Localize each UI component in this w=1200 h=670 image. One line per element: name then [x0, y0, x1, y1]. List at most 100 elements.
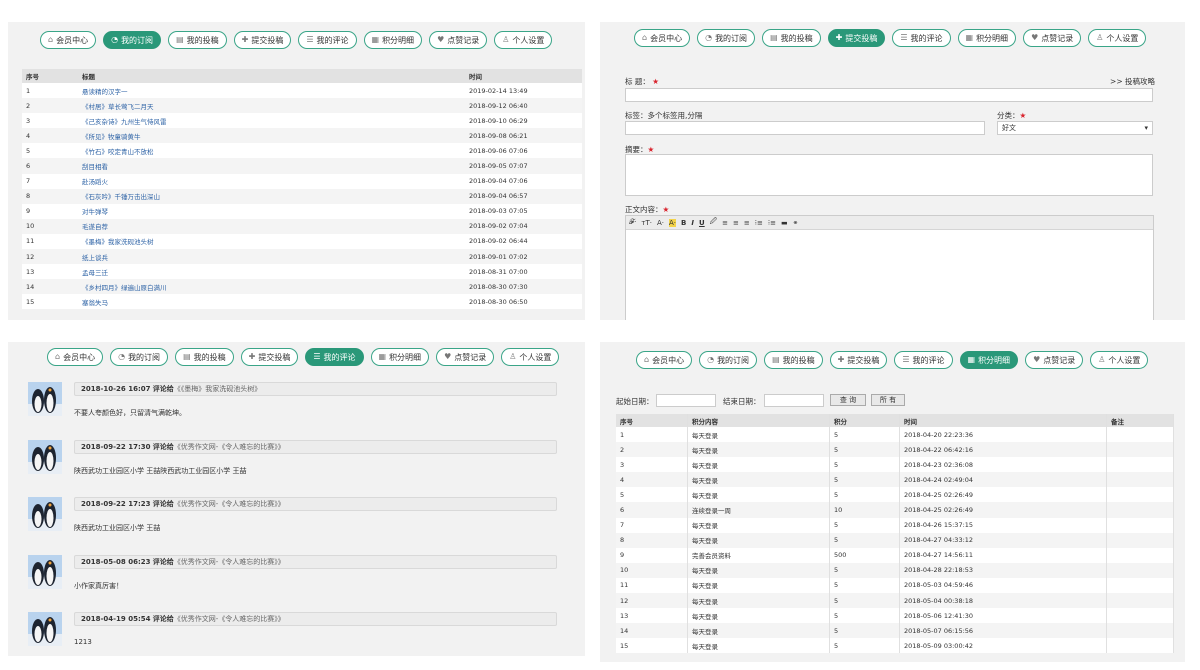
tab-my-subscriptions[interactable]: ◔ 我的订阅 [699, 351, 758, 369]
tab-my-submissions[interactable]: ▤ 我的投稿 [762, 29, 821, 47]
tab-member-center[interactable]: ⌂ 会员中心 [40, 31, 97, 49]
comment-target-link[interactable]: 《优秀作文网-《令人难忘的比赛》》 [174, 442, 285, 452]
tab-likes-record[interactable]: ♥ 点赞记录 [1023, 29, 1082, 47]
start-date-input[interactable] [656, 394, 716, 407]
rich-text-editor[interactable]: 𝓕· тT· A· A· B I U 🖉 ≡ ≡ ≡ ⁝≡ ⁝≡ ▬ ⚭ [625, 215, 1154, 320]
italic-button[interactable]: I [691, 219, 694, 227]
avatar[interactable] [28, 554, 62, 589]
tab-personal-settings[interactable]: ♙ 个人设置 [494, 31, 553, 49]
eraser-button[interactable]: 🖉 [710, 217, 717, 228]
bold-button[interactable]: B [681, 219, 686, 227]
avatar[interactable] [28, 382, 62, 416]
tab-personal-settings[interactable]: ♙ 个人设置 [1088, 29, 1147, 47]
image-button[interactable]: ▬ [781, 219, 788, 227]
tab-submit-article[interactable]: ✚ 提交投稿 [233, 31, 292, 49]
tab-submit-article[interactable]: ✚ 提交投稿 [240, 348, 299, 366]
comment-target-link[interactable]: 《优秀作文网-《令人难忘的比赛》》 [174, 557, 285, 567]
article-link[interactable]: 刮目相看 [78, 158, 465, 174]
comment-target-link[interactable]: 《优秀作文网-《令人难忘的比赛》》 [174, 499, 285, 509]
article-link[interactable]: 赴汤蹈火 [78, 174, 465, 189]
tab-my-comments[interactable]: ☰ 我的评论 [892, 29, 951, 47]
article-link[interactable]: 《竹石》咬定青山不放松 [78, 143, 465, 158]
tab-my-subscriptions[interactable]: ◔ 我的订阅 [110, 348, 169, 366]
summary-textarea[interactable] [625, 154, 1153, 196]
row-index: 5 [26, 146, 31, 155]
tab-member-center[interactable]: ⌂ 会员中心 [634, 29, 691, 47]
avatar[interactable] [28, 612, 62, 646]
table-row: 7 每天登录 5 2018-04-26 15:37:15 [616, 517, 1174, 533]
points-table: 序号 积分内容 积分 时间 备注 1 每天登录 5 2018-04-20 22:23:… [616, 414, 1174, 654]
tab-personal-settings[interactable]: ♙ 个人设置 [501, 348, 560, 366]
tab-my-comments[interactable]: ☰ 我的评论 [305, 348, 364, 366]
article-link[interactable]: 毛遂自荐 [78, 218, 465, 234]
article-link[interactable]: 《墨梅》我家洗砚池头树 [78, 234, 465, 249]
query-button[interactable]: 查 询 [830, 394, 866, 406]
row-index: 2 [22, 98, 78, 114]
tags-input[interactable] [625, 121, 985, 135]
guide-link[interactable]: >> 投稿攻略 [1110, 76, 1155, 87]
comment-target-link[interactable]: 《优秀作文网-《令人难忘的比赛》》 [174, 614, 285, 624]
tab-likes-record[interactable]: ♥ 点赞记录 [429, 31, 488, 49]
row-points: 5 [829, 593, 900, 609]
tab-points-details[interactable]: ▦ 积分明细 [370, 348, 430, 366]
article-link[interactable]: 纸上谈兵 [78, 249, 465, 265]
avatar[interactable] [28, 497, 62, 531]
comment-target-link[interactable]: 《《墨梅》我家洗砚池头树》 [174, 384, 262, 394]
comment-item: 2018-09-22 17:23 评论给 《优秀作文网-《令人难忘的比赛》》 陕西武… [28, 497, 568, 537]
comment-date: 2018-10-26 16:07 [81, 385, 151, 393]
article-link[interactable]: 对牛弹琴 [78, 204, 465, 219]
article-link[interactable]: 悬读精的汉字一 [78, 83, 465, 98]
tab-my-comments[interactable]: ☰ 我的评论 [894, 351, 953, 369]
unordered-list-button[interactable]: ⁝≡ [768, 219, 776, 227]
align-left-button[interactable]: ≡ [722, 219, 728, 227]
link-button[interactable]: ⚭ [793, 219, 799, 227]
underline-button[interactable]: U [699, 219, 705, 227]
all-button[interactable]: 所 有 [871, 394, 905, 406]
tab-member-center[interactable]: ⌂ 会员中心 [636, 351, 693, 369]
article-link[interactable]: 塞翁失马 [78, 294, 465, 309]
tab-points-details[interactable]: ▦ 积分明细 [957, 29, 1017, 47]
article-link[interactable]: 《己亥杂诗》九州生气恃风雷 [78, 113, 465, 128]
avatar[interactable] [28, 439, 62, 474]
font-size-button[interactable]: тT· [641, 219, 652, 227]
tab-label: 会员中心 [650, 33, 683, 43]
tab-personal-settings[interactable]: ♙ 个人设置 [1090, 351, 1149, 369]
tab-points-details[interactable]: ▦ 积分明细 [363, 31, 423, 49]
tab-my-subscriptions[interactable]: ◔ 我的订阅 [103, 31, 162, 49]
tab-my-submissions[interactable]: ▤ 我的投稿 [175, 348, 234, 366]
font-family-button[interactable]: 𝓕· [629, 218, 636, 227]
article-link[interactable]: 孟母三迁 [78, 264, 465, 279]
article-link[interactable]: 《乡村四月》绿遍山原白满川 [78, 279, 465, 295]
tab-submit-article[interactable]: ✚ 提交投稿 [829, 351, 888, 369]
user-icon: ♙ [502, 35, 510, 44]
row-time: 2018-04-26 15:37:15 [899, 517, 1107, 533]
tab-my-submissions[interactable]: ▤ 我的投稿 [764, 351, 823, 369]
home-icon: ⌂ [55, 352, 61, 361]
align-right-button[interactable]: ≡ [744, 219, 750, 227]
tab-member-center[interactable]: ⌂ 会员中心 [47, 348, 104, 366]
tab-points-details[interactable]: ▦ 积分明细 [959, 351, 1019, 369]
tab-label: 我的订阅 [121, 35, 154, 45]
align-center-button[interactable]: ≡ [733, 219, 739, 227]
font-color-button[interactable]: A· [657, 219, 664, 227]
article-link[interactable]: 《所见》牧童骑黄牛 [78, 128, 465, 144]
tab-my-submissions[interactable]: ▤ 我的投稿 [168, 31, 227, 49]
article-link[interactable]: 《石灰吟》千锤万击出深山 [78, 188, 465, 204]
highlight-button[interactable]: A· [669, 218, 677, 227]
title-input[interactable] [625, 88, 1153, 102]
ordered-list-button[interactable]: ⁝≡ [755, 219, 763, 227]
tab-my-comments[interactable]: ☰ 我的评论 [298, 31, 357, 49]
table-row: 14 每天登录 5 2018-05-07 06:15:56 [616, 623, 1174, 639]
tab-my-subscriptions[interactable]: ◔ 我的订阅 [697, 29, 756, 47]
article-link[interactable]: 《村居》草长莺飞二月天 [78, 98, 465, 114]
tab-likes-record[interactable]: ♥ 点赞记录 [1025, 351, 1084, 369]
comment-header: 2018-05-08 06:23 评论给 《优秀作文网-《令人难忘的比赛》》 [74, 554, 557, 569]
tab-label: 会员中心 [56, 35, 89, 45]
tab-likes-record[interactable]: ♥ 点赞记录 [436, 348, 495, 366]
tab-submit-article[interactable]: ✚ 提交投稿 [827, 29, 886, 47]
end-date-input[interactable] [764, 394, 824, 407]
table-row: 9 完善会员资料 500 2018-04-27 14:56:11 [616, 547, 1174, 563]
table-row: 14 《乡村四月》绿遍山原白满川 2018-08-30 07:30 [22, 279, 582, 295]
comments-panel: ⌂ 会员中心 ◔ 我的订阅 ▤ 我的投稿 ✚ 提交投稿 ☰ 我的评论 ▦ 积分明细 ♥ 点赞记录 ♙ 个人设置… [8, 342, 585, 656]
category-select[interactable]: 好文 ▾ [997, 121, 1153, 135]
